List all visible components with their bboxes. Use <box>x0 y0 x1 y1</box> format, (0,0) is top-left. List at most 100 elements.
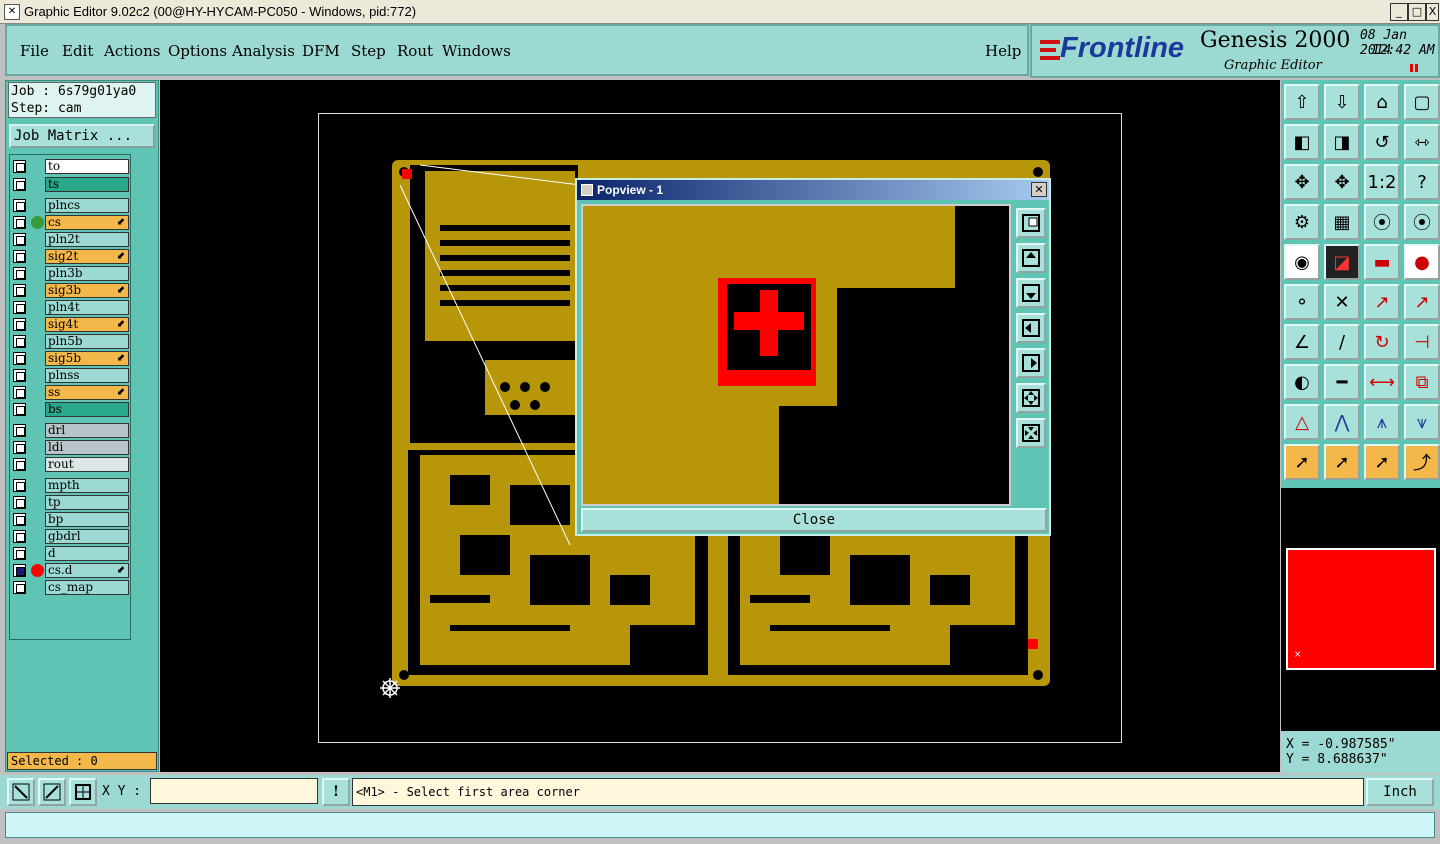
triangle-point-button[interactable]: ⩚ <box>1364 404 1400 440</box>
add-point-button[interactable]: ↗ <box>1404 284 1440 320</box>
text-feature-button[interactable]: ⊣ <box>1404 324 1440 360</box>
layer-row[interactable]: pln2t <box>10 232 130 247</box>
menu-help[interactable]: Help <box>985 42 1021 60</box>
menu-windows[interactable]: Windows <box>442 42 511 60</box>
layer-name[interactable]: drl <box>45 423 129 438</box>
layer-checkbox[interactable] <box>13 403 26 416</box>
layer-checkbox[interactable] <box>13 479 26 492</box>
layer-checkbox[interactable] <box>13 386 26 399</box>
layer-checkbox[interactable] <box>13 458 26 471</box>
cut-line-button[interactable]: ━ <box>1324 364 1360 400</box>
layer-name[interactable]: to <box>45 159 129 174</box>
layer-checkbox[interactable] <box>13 424 26 437</box>
grid-button[interactable]: ▦ <box>1324 204 1360 240</box>
layer-row[interactable]: ss ⬋ <box>10 385 130 400</box>
popview-zoom-out-button[interactable] <box>1016 383 1046 413</box>
layer-filter-button[interactable]: ⦿ <box>1364 204 1400 240</box>
layer-checkbox[interactable] <box>13 318 26 331</box>
home-button[interactable]: ⌂ <box>1364 84 1400 120</box>
popview-close-button[interactable]: Close <box>581 508 1047 532</box>
layer-row[interactable]: gbdrl <box>10 529 130 544</box>
menu-analysis[interactable]: Analysis <box>232 42 295 60</box>
zoom-fit-button[interactable]: ✥ <box>1284 164 1320 200</box>
layer-checkbox[interactable] <box>13 564 26 577</box>
layer-name[interactable]: plncs <box>45 198 129 213</box>
popview-pan-down-button[interactable] <box>1016 278 1046 308</box>
move-point-button[interactable]: ↗ <box>1364 284 1400 320</box>
copy-feature-button[interactable]: ⧉ <box>1404 364 1440 400</box>
layer-checkbox[interactable] <box>13 441 26 454</box>
layer-row[interactable]: pln4t <box>10 300 130 315</box>
alert-button[interactable]: ! <box>322 778 350 806</box>
snap-mode-button[interactable] <box>7 778 35 806</box>
layer-checkbox[interactable] <box>13 160 26 173</box>
layer-name[interactable]: ldi <box>45 440 129 455</box>
layer-up-button[interactable]: ⇧ <box>1284 84 1320 120</box>
layer-checkbox[interactable] <box>13 352 26 365</box>
layer-row[interactable]: sig2t ⬋ <box>10 249 130 264</box>
intersect-button[interactable]: ✕ <box>1324 284 1360 320</box>
layer-row[interactable]: d <box>10 546 130 561</box>
layer-row[interactable]: plnss <box>10 368 130 383</box>
layer-row[interactable]: cs ⬋ <box>10 215 130 230</box>
layer-name[interactable]: pln4t <box>45 300 129 315</box>
layer-name[interactable]: cs.d ⬋ <box>45 563 129 578</box>
menu-file[interactable]: File <box>20 42 49 60</box>
layer-checkbox[interactable] <box>13 216 26 229</box>
menu-actions[interactable]: Actions <box>104 42 160 60</box>
layer-checkbox[interactable] <box>13 547 26 560</box>
layer-checkbox[interactable] <box>13 496 26 509</box>
layer-name[interactable]: d <box>45 546 129 561</box>
add-line-button[interactable]: ◪ <box>1324 244 1360 280</box>
grid-mode-button[interactable] <box>69 778 97 806</box>
zoom-home-button[interactable]: ✥ <box>1324 164 1360 200</box>
move-right-button[interactable]: ◨ <box>1324 124 1360 160</box>
layer-name[interactable]: cs_map <box>45 580 129 595</box>
pointer-select-button[interactable]: ➚ <box>1324 444 1360 480</box>
layer-color-preview[interactable]: × <box>1286 548 1436 670</box>
popview-canvas[interactable] <box>581 204 1011 506</box>
popview-pan-right-button[interactable] <box>1016 348 1046 378</box>
layer-row[interactable]: sig3b ⬋ <box>10 283 130 298</box>
menu-step[interactable]: Step <box>351 42 386 60</box>
layer-name[interactable]: gbdrl <box>45 529 129 544</box>
layer-name[interactable]: tp <box>45 495 129 510</box>
layer-row[interactable]: ldi <box>10 440 130 455</box>
pointer-rotate-button[interactable]: ➚ <box>1364 444 1400 480</box>
layer-row[interactable]: sig5b ⬋ <box>10 351 130 366</box>
layer-checkbox[interactable] <box>13 335 26 348</box>
popview-zoom-in-button[interactable] <box>1016 418 1046 448</box>
layer-row[interactable]: pln3b <box>10 266 130 281</box>
layer-name[interactable]: ss ⬋ <box>45 385 129 400</box>
layer-name[interactable]: sig3b ⬋ <box>45 283 129 298</box>
layer-row[interactable]: ts <box>10 177 130 192</box>
layer-name[interactable]: ts <box>45 177 129 192</box>
layer-row[interactable]: cs_map <box>10 580 130 595</box>
layer-checkbox[interactable] <box>13 250 26 263</box>
select-feature-button[interactable]: ◐ <box>1284 364 1320 400</box>
menu-options[interactable]: Options <box>168 42 227 60</box>
layer-checkbox[interactable] <box>13 267 26 280</box>
job-matrix-button[interactable]: Job Matrix ... <box>9 124 155 148</box>
undo-view-button[interactable]: ↺ <box>1364 124 1400 160</box>
draw-angle-button[interactable]: ∠ <box>1284 324 1320 360</box>
triangle-line-button[interactable]: ⋀ <box>1324 404 1360 440</box>
popview-zoom-window-button[interactable] <box>1016 208 1046 238</box>
popview-pan-up-button[interactable] <box>1016 243 1046 273</box>
measure-mode-button[interactable] <box>38 778 66 806</box>
connect-nets-button[interactable]: ⚬ <box>1284 284 1320 320</box>
route-tool-button[interactable]: ⤴ <box>1404 444 1440 480</box>
frame-button[interactable]: ▢ <box>1404 84 1440 120</box>
layer-row[interactable]: cs.d ⬋ <box>10 563 130 578</box>
layer-row[interactable]: mpth <box>10 478 130 493</box>
units-button[interactable]: Inch <box>1366 778 1434 806</box>
layer-name[interactable]: pln2t <box>45 232 129 247</box>
layer-checkbox[interactable] <box>13 301 26 314</box>
layer-name[interactable]: sig4t ⬋ <box>45 317 129 332</box>
minimize-button[interactable]: _ <box>1390 3 1408 21</box>
layer-checkbox[interactable] <box>13 178 26 191</box>
redraw-button[interactable]: ⇿ <box>1404 124 1440 160</box>
layer-checkbox[interactable] <box>13 530 26 543</box>
close-window-button[interactable]: X <box>1426 3 1439 21</box>
scale-1-2-button[interactable]: 1:2 <box>1364 164 1400 200</box>
